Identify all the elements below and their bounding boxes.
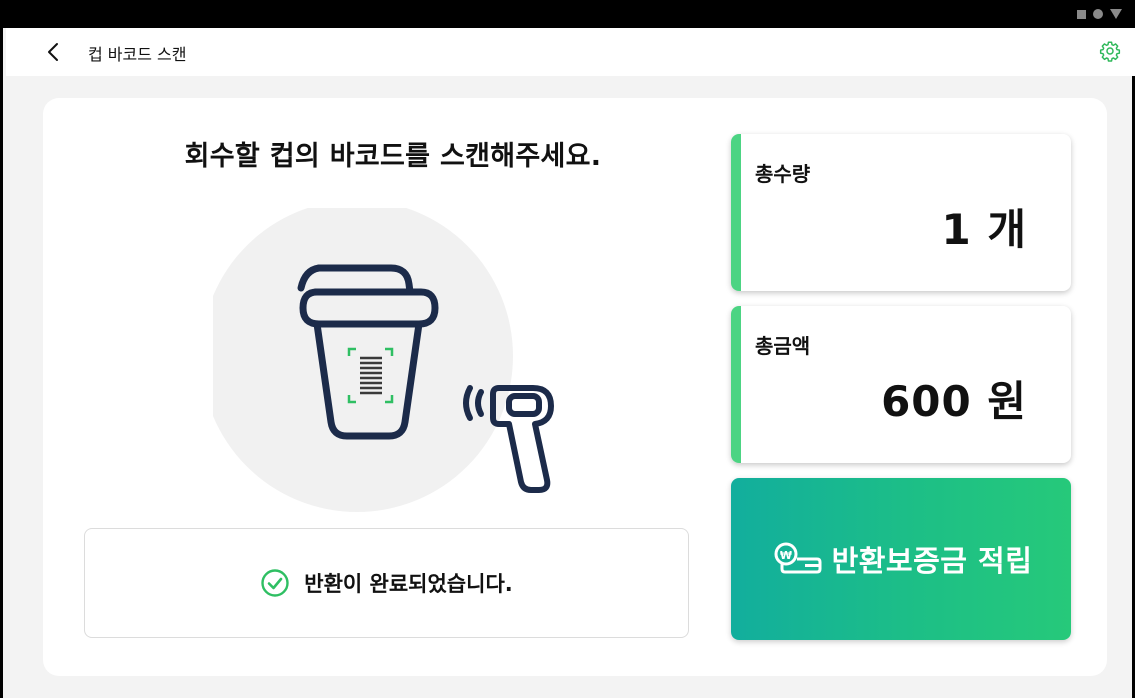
back-nav-icon[interactable]: [1110, 9, 1122, 19]
return-status-box: 반환이 완료되었습니다.: [84, 528, 689, 638]
system-status-bar: [3, 0, 1135, 28]
scan-illustration: [213, 208, 554, 512]
illustration-background: [213, 208, 513, 512]
svg-text:₩: ₩: [779, 549, 791, 562]
total-amount-label: 총금액: [755, 334, 811, 358]
total-quantity-label: 총수량: [755, 162, 811, 186]
deposit-save-button[interactable]: ₩ 반환보증금 적립: [731, 478, 1071, 640]
page-title: 컵 바코드 스캔: [88, 45, 187, 64]
total-quantity-card: 총수량 1 개: [731, 134, 1071, 291]
scan-instruction: 회수할 컵의 바코드를 스캔해주세요.: [184, 141, 602, 172]
won-coin-card-icon: ₩: [774, 542, 822, 574]
home-icon[interactable]: [1093, 9, 1103, 19]
app-frame: 컵 바코드 스캔 회수할 컵의 바코드를 스캔해주세요. 반환이 완료되었습니다…: [0, 0, 1135, 698]
app-bar: 컵 바코드 스캔: [6, 28, 1135, 76]
recent-apps-icon[interactable]: [1077, 9, 1086, 19]
check-circle-icon: [261, 569, 289, 597]
scan-panel: 회수할 컵의 바코드를 스캔해주세요. 반환이 완료되었습니다. 총수량 1 개…: [43, 98, 1107, 676]
deposit-save-label: 반환보증금 적립: [831, 544, 1033, 578]
chevron-left-icon[interactable]: [42, 40, 66, 64]
return-status-message: 반환이 완료되었습니다.: [304, 572, 513, 596]
total-amount-value: 600 원: [881, 377, 1027, 426]
system-nav-icons: [1077, 9, 1122, 19]
total-quantity-value: 1 개: [941, 205, 1027, 254]
total-amount-card: 총금액 600 원: [731, 306, 1071, 463]
gear-icon[interactable]: [1099, 40, 1121, 62]
